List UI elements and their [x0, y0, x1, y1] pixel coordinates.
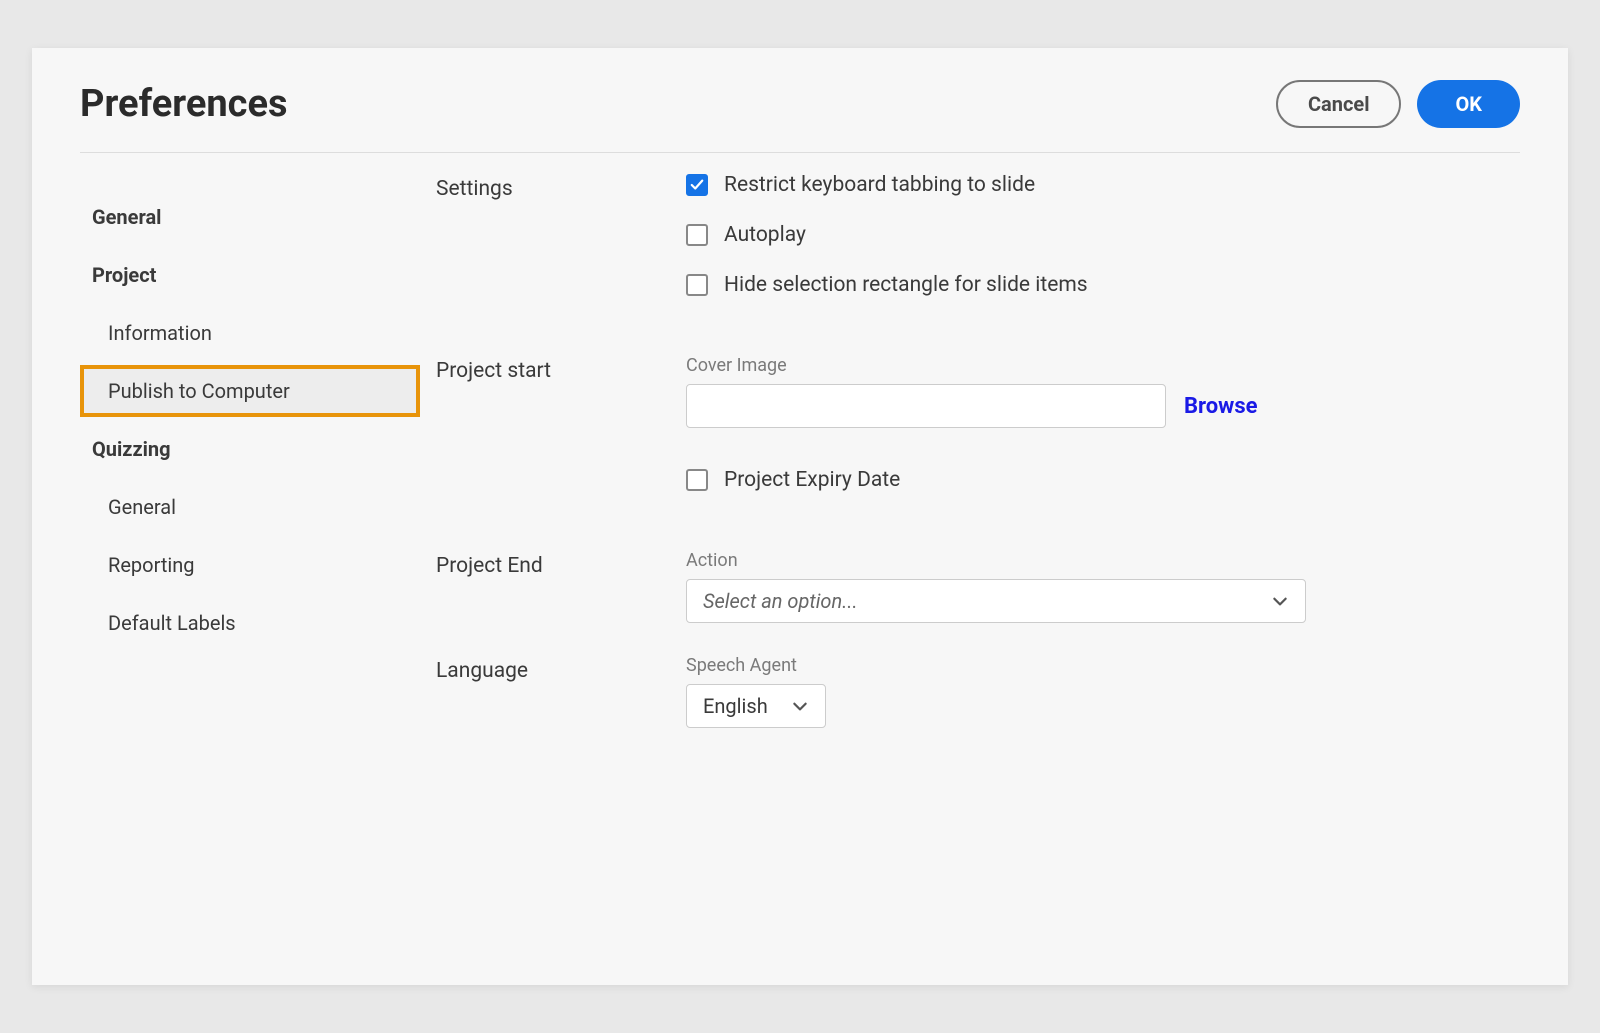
expiry-label: Project Expiry Date [724, 468, 900, 492]
project-start-label: Project start [436, 355, 686, 518]
settings-body: Restrict keyboard tabbing to slide Autop… [686, 173, 1520, 323]
chevron-down-icon [791, 697, 809, 715]
expiry-row: Project Expiry Date [686, 468, 1520, 492]
dialog-title: Preferences [80, 82, 287, 126]
project-end-label: Project End [436, 550, 686, 623]
hide-rect-label: Hide selection rectangle for slide items [724, 273, 1088, 297]
restrict-tabbing-row: Restrict keyboard tabbing to slide [686, 173, 1520, 197]
sidebar: General Project Information Publish to C… [80, 173, 420, 760]
speech-agent-label: Speech Agent [686, 655, 1520, 676]
cancel-button[interactable]: Cancel [1276, 80, 1402, 128]
autoplay-label: Autoplay [724, 223, 806, 247]
cover-image-row: Browse [686, 384, 1520, 428]
content-panel: Settings Restrict keyboard tabbing to sl… [420, 173, 1520, 760]
speech-agent-select[interactable]: English [686, 684, 826, 728]
nav-quizzing[interactable]: Quizzing [80, 423, 420, 475]
dialog-header: Preferences Cancel OK [80, 80, 1520, 153]
nav-reporting[interactable]: Reporting [80, 539, 420, 591]
ok-button[interactable]: OK [1417, 80, 1520, 128]
language-label: Language [436, 655, 686, 728]
autoplay-checkbox[interactable] [686, 224, 708, 246]
dialog-body: General Project Information Publish to C… [80, 153, 1520, 760]
project-start-body: Cover Image Browse Project Expiry Date [686, 355, 1520, 518]
action-select-placeholder: Select an option... [703, 589, 858, 613]
speech-agent-value: English [703, 694, 768, 718]
header-buttons: Cancel OK [1276, 80, 1520, 128]
settings-label: Settings [436, 173, 686, 323]
section-project-end: Project End Action Select an option... [436, 550, 1520, 623]
restrict-tabbing-label: Restrict keyboard tabbing to slide [724, 173, 1035, 197]
language-body: Speech Agent English [686, 655, 1520, 728]
project-end-body: Action Select an option... [686, 550, 1520, 623]
section-settings: Settings Restrict keyboard tabbing to sl… [436, 173, 1520, 323]
expiry-checkbox[interactable] [686, 469, 708, 491]
cover-image-input[interactable] [686, 384, 1166, 428]
nav-default-labels[interactable]: Default Labels [80, 597, 420, 649]
nav-project[interactable]: Project [80, 249, 420, 301]
nav-quiz-general[interactable]: General [80, 481, 420, 533]
hide-rect-checkbox[interactable] [686, 274, 708, 296]
action-label: Action [686, 550, 1520, 571]
nav-information[interactable]: Information [80, 307, 420, 359]
autoplay-row: Autoplay [686, 223, 1520, 247]
section-language: Language Speech Agent English [436, 655, 1520, 728]
restrict-tabbing-checkbox[interactable] [686, 174, 708, 196]
hide-rect-row: Hide selection rectangle for slide items [686, 273, 1520, 297]
cover-image-label: Cover Image [686, 355, 1520, 376]
browse-link[interactable]: Browse [1184, 394, 1258, 419]
section-project-start: Project start Cover Image Browse Project… [436, 355, 1520, 518]
chevron-down-icon [1271, 592, 1289, 610]
nav-general[interactable]: General [80, 191, 420, 243]
check-icon [690, 178, 704, 192]
nav-publish-to-computer[interactable]: Publish to Computer [80, 365, 420, 417]
preferences-dialog: Preferences Cancel OK General Project In… [32, 48, 1568, 985]
action-select[interactable]: Select an option... [686, 579, 1306, 623]
